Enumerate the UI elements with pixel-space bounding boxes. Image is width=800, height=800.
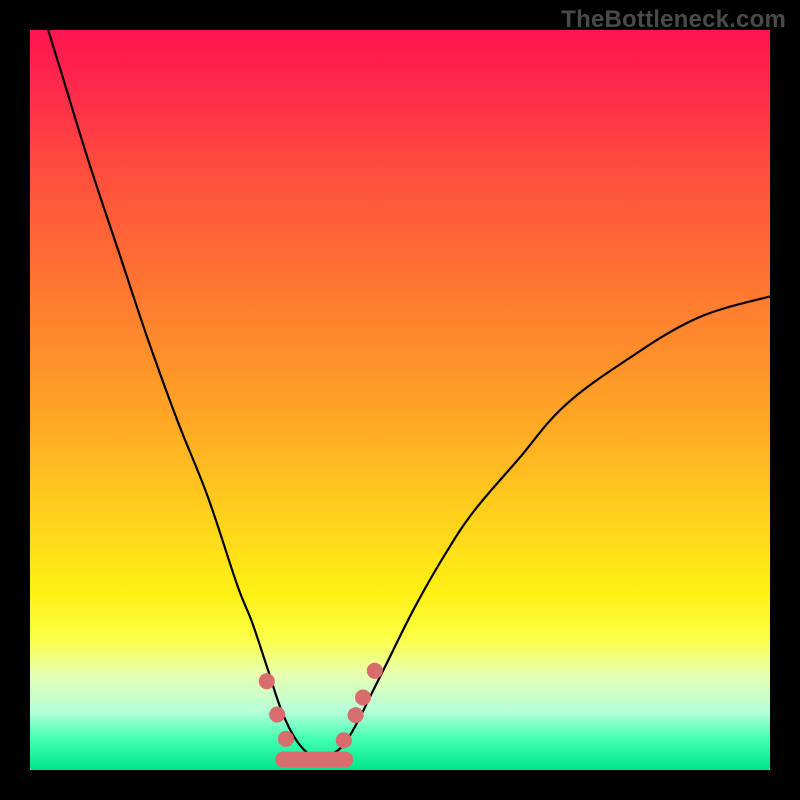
- plot-area: [30, 30, 770, 770]
- marker-group: [259, 663, 383, 749]
- highlight-marker: [259, 673, 275, 689]
- bottleneck-chart-svg: [30, 30, 770, 770]
- highlight-marker: [355, 690, 371, 706]
- highlight-marker: [278, 731, 294, 747]
- highlight-marker: [336, 732, 352, 748]
- chart-stage: TheBottleneck.com: [0, 0, 800, 800]
- highlight-marker: [348, 707, 364, 723]
- highlight-marker: [367, 663, 383, 679]
- bottleneck-curve-line: [30, 30, 770, 757]
- highlight-marker: [269, 707, 285, 723]
- watermark-text: TheBottleneck.com: [561, 6, 786, 34]
